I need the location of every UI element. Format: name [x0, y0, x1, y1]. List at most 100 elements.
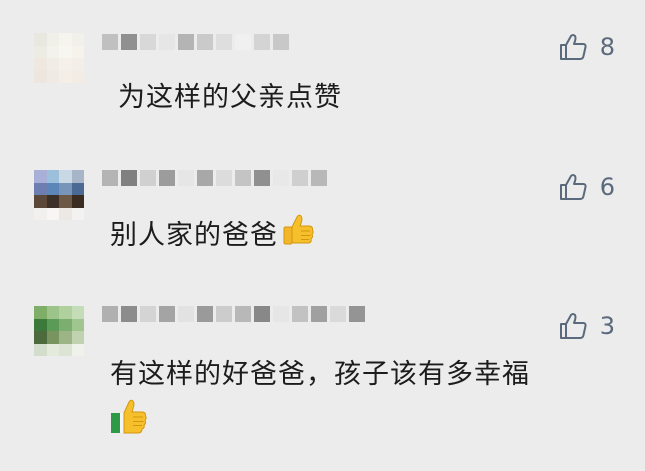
thumbs-up-emoji-icon — [111, 399, 147, 434]
avatar-mosaic-cell — [71, 45, 84, 58]
comment-text: 有这样的好爸爸，孩子该有多幸福 — [110, 359, 530, 390]
commenter-name[interactable] — [102, 34, 442, 70]
avatar-mosaic-cell — [46, 58, 59, 71]
thumbs-up-outline-icon — [559, 174, 587, 200]
thumbs-up-emoji-icon — [283, 214, 314, 245]
name-mosaic-block — [330, 306, 346, 322]
avatar-mosaic-cell — [34, 170, 47, 183]
avatar-mosaic-cell — [34, 45, 47, 58]
name-mosaic-block — [254, 306, 270, 322]
avatar-mosaic-cell — [59, 45, 72, 58]
name-mosaic-block — [102, 170, 118, 186]
name-mosaic-block — [216, 170, 232, 186]
thumbs-up-outline-icon — [559, 34, 587, 60]
like-count: 3 — [599, 312, 615, 340]
comment-text: 为这样的父亲点赞 — [118, 82, 342, 113]
avatar-mosaic-cell — [34, 182, 47, 195]
name-mosaic-block — [254, 34, 270, 50]
name-mosaic-block — [349, 306, 365, 322]
avatar-mosaic-cell — [59, 195, 72, 208]
avatar-mosaic-cell — [59, 343, 72, 356]
avatar-mosaic-cell — [59, 207, 72, 220]
avatar-mosaic-cell — [34, 306, 47, 319]
avatar-mosaic-cell — [59, 331, 72, 344]
avatar-mosaic-cell — [59, 170, 72, 183]
name-mosaic-block — [273, 306, 289, 322]
avatar-mosaic-cell — [59, 318, 72, 331]
name-mosaic-block — [121, 170, 137, 186]
avatar-mosaic-cell — [46, 331, 59, 344]
avatar-mosaic-cell — [46, 170, 59, 183]
thumbs-up-outline-icon — [559, 313, 587, 339]
name-mosaic-block — [178, 306, 194, 322]
comment-text-body: 别人家的爸爸 — [110, 220, 278, 251]
avatar-mosaic-cell — [34, 195, 47, 208]
name-mosaic-block — [121, 306, 137, 322]
name-mosaic-block — [292, 170, 308, 186]
like-button[interactable]: 6 — [558, 172, 615, 202]
name-mosaic-block — [311, 306, 327, 322]
name-mosaic-block — [273, 170, 289, 186]
avatar-mosaic-cell — [71, 170, 84, 183]
name-mosaic-block — [235, 34, 251, 50]
name-mosaic-block — [311, 170, 327, 186]
name-mosaic-block — [235, 170, 251, 186]
name-mosaic-block — [273, 34, 289, 50]
name-mosaic-block — [254, 170, 270, 186]
avatar-mosaic-cell — [71, 33, 84, 46]
name-mosaic-block — [197, 170, 213, 186]
name-mosaic-block — [235, 306, 251, 322]
avatar-mosaic-cell — [71, 195, 84, 208]
name-mosaic-block — [140, 34, 156, 50]
avatar-mosaic-cell — [71, 182, 84, 195]
avatar[interactable] — [34, 33, 84, 83]
commenter-name[interactable] — [102, 170, 442, 206]
avatar[interactable] — [34, 306, 84, 356]
avatar-mosaic-cell — [34, 70, 47, 83]
avatar-mosaic-cell — [46, 195, 59, 208]
avatar-mosaic-cell — [46, 343, 59, 356]
avatar-mosaic-cell — [46, 207, 59, 220]
avatar-mosaic-cell — [34, 318, 47, 331]
avatar-mosaic-cell — [71, 58, 84, 71]
avatar-mosaic-cell — [71, 207, 84, 220]
name-mosaic-block — [102, 306, 118, 322]
avatar-mosaic-cell — [34, 207, 47, 220]
avatar-mosaic-cell — [34, 343, 47, 356]
name-mosaic-block — [140, 306, 156, 322]
name-mosaic-block — [159, 34, 175, 50]
avatar-mosaic-cell — [46, 182, 59, 195]
avatar-mosaic-cell — [71, 331, 84, 344]
name-mosaic-block — [197, 34, 213, 50]
avatar-mosaic-cell — [34, 58, 47, 71]
avatar-mosaic-cell — [59, 70, 72, 83]
avatar-mosaic-cell — [46, 318, 59, 331]
like-count: 8 — [599, 33, 615, 61]
avatar-mosaic-cell — [59, 33, 72, 46]
name-mosaic-block — [178, 34, 194, 50]
like-button[interactable]: 3 — [558, 311, 615, 341]
avatar-mosaic-cell — [46, 45, 59, 58]
name-mosaic-block — [159, 306, 175, 322]
name-mosaic-block — [216, 34, 232, 50]
avatar-mosaic-cell — [59, 58, 72, 71]
avatar-mosaic-cell — [46, 33, 59, 46]
like-button[interactable]: 8 — [558, 32, 615, 62]
avatar-mosaic-cell — [46, 70, 59, 83]
avatar-mosaic-cell — [71, 70, 84, 83]
like-count: 6 — [599, 173, 615, 201]
avatar-mosaic-cell — [34, 33, 47, 46]
avatar-mosaic-cell — [71, 306, 84, 319]
name-mosaic-block — [178, 170, 194, 186]
commenter-name[interactable] — [102, 306, 432, 342]
name-mosaic-block — [197, 306, 213, 322]
name-mosaic-block — [102, 34, 118, 50]
avatar-mosaic-cell — [34, 331, 47, 344]
avatar-mosaic-cell — [71, 343, 84, 356]
name-mosaic-block — [159, 170, 175, 186]
avatar[interactable] — [34, 170, 84, 220]
avatar-mosaic-cell — [46, 306, 59, 319]
name-mosaic-block — [121, 34, 137, 50]
avatar-mosaic-cell — [59, 182, 72, 195]
name-mosaic-block — [140, 170, 156, 186]
